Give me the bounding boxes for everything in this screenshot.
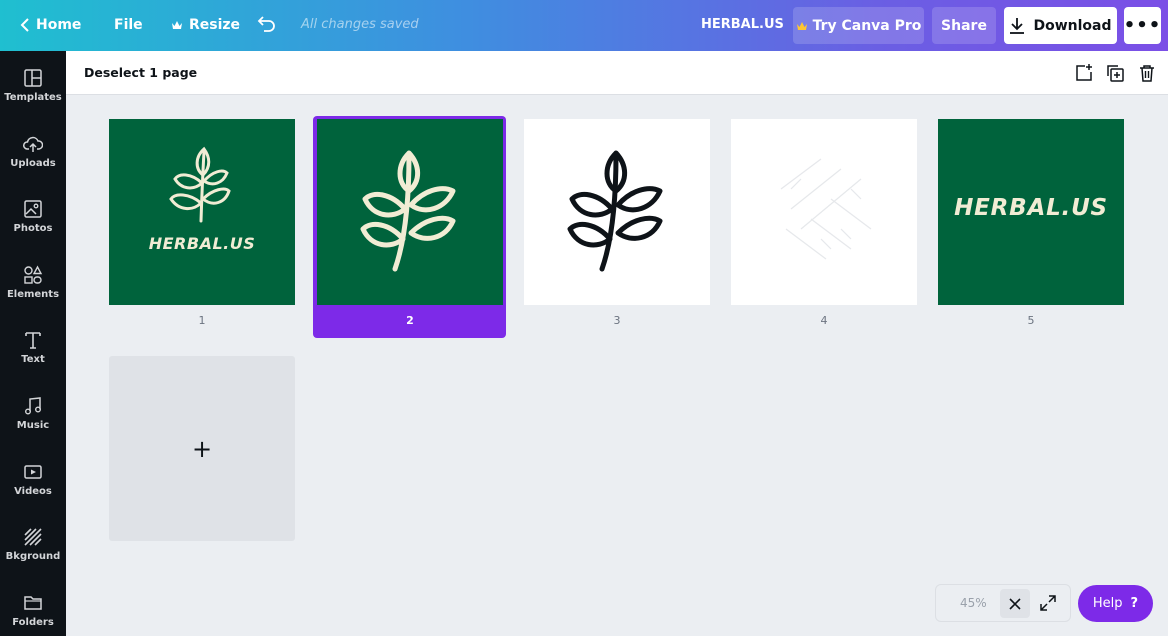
download-button[interactable]: Download: [1004, 7, 1117, 44]
zoom-level[interactable]: 45%: [960, 596, 987, 610]
page-thumbnail-1[interactable]: HERBAL.US: [109, 119, 295, 305]
herb-leaf-logo: [567, 150, 663, 272]
sidebar-item-videos[interactable]: Videos: [0, 449, 66, 509]
photos-icon: [24, 199, 42, 218]
page-number-2: 2: [406, 314, 414, 327]
background-icon: [24, 527, 42, 546]
close-grid-view-button[interactable]: [1000, 589, 1030, 618]
templates-icon: [24, 68, 42, 87]
sidebar-item-elements[interactable]: Elements: [0, 252, 66, 312]
file-label: File: [114, 17, 143, 33]
design-title[interactable]: HERBAL.US: [701, 17, 784, 32]
add-page-icon[interactable]: [1074, 63, 1094, 83]
text-icon: [25, 331, 41, 349]
add-page-button[interactable]: +: [109, 356, 295, 541]
expand-icon[interactable]: [1038, 593, 1058, 613]
save-status: All changes saved: [301, 17, 419, 32]
help-label: Help: [1092, 596, 1123, 611]
sidebar-item-photos[interactable]: Photos: [0, 186, 66, 246]
sidebar-item-label: Videos: [14, 485, 52, 497]
page-thumbnail-2[interactable]: [317, 119, 503, 305]
page-thumbnail-5[interactable]: HERBAL.US: [938, 119, 1124, 305]
file-menu-button[interactable]: File: [114, 17, 143, 33]
sidebar-item-label: Bkground: [5, 550, 61, 562]
help-button[interactable]: Help ?: [1078, 585, 1153, 622]
sidebar-item-label: Photos: [13, 222, 53, 234]
elements-icon: [24, 265, 43, 284]
page-number-1: 1: [198, 314, 206, 327]
close-icon: [1009, 597, 1021, 610]
herb-leaf-logo: [360, 150, 456, 272]
sidebar-item-label: Elements: [6, 288, 60, 300]
plus-icon: +: [191, 434, 213, 463]
page-number-4: 4: [820, 314, 828, 327]
uploads-icon: [23, 136, 43, 152]
sidebar-item-label: Templates: [4, 91, 62, 103]
faint-pattern-graphic: [780, 158, 872, 260]
herb-leaf-logo: [169, 146, 231, 223]
page-actions-bar: Deselect 1 page: [66, 51, 1168, 95]
logo-text: HERBAL.US: [954, 195, 1108, 221]
sidebar-item-templates[interactable]: Templates: [0, 55, 66, 115]
resize-button[interactable]: Resize: [171, 17, 240, 33]
top-bar: Home File Resize All changes saved HERBA…: [0, 0, 1168, 51]
page-number-3: 3: [613, 314, 621, 327]
crown-icon: [172, 21, 182, 29]
folders-icon: [24, 595, 42, 610]
deselect-pages-button[interactable]: Deselect 1 page: [84, 65, 197, 80]
sidebar-item-music[interactable]: Music: [0, 383, 66, 443]
sidebar-item-background[interactable]: Bkground: [0, 514, 66, 574]
home-label: Home: [36, 17, 82, 33]
videos-icon: [24, 464, 42, 479]
page-thumbnail-3[interactable]: [524, 119, 710, 305]
side-panel: Templates Uploads Photos Elements Text M…: [0, 51, 66, 636]
delete-page-icon[interactable]: [1137, 63, 1157, 83]
download-icon: [1010, 18, 1025, 34]
page-number-5: 5: [1027, 314, 1035, 327]
more-options-button[interactable]: •••: [1124, 7, 1161, 44]
sidebar-item-label: Folders: [12, 616, 54, 628]
music-icon: [25, 396, 41, 414]
crown-icon: [796, 21, 807, 30]
question-icon: ?: [1130, 596, 1139, 611]
resize-label: Resize: [189, 17, 241, 33]
undo-button[interactable]: [257, 15, 277, 33]
share-label: Share: [941, 17, 987, 34]
try-canva-pro-button[interactable]: Try Canva Pro: [793, 7, 924, 44]
sidebar-item-label: Text: [21, 353, 45, 365]
share-button[interactable]: Share: [932, 7, 996, 44]
sidebar-item-text[interactable]: Text: [0, 317, 66, 377]
undo-icon: [257, 16, 275, 32]
duplicate-page-icon[interactable]: [1105, 63, 1125, 83]
chevron-left-icon: [20, 18, 29, 32]
zoom-controls: 45%: [935, 584, 1071, 622]
page-thumbnail-4[interactable]: [731, 119, 917, 305]
sidebar-item-uploads[interactable]: Uploads: [0, 121, 66, 181]
more-icon: •••: [1123, 15, 1162, 36]
sidebar-item-label: Music: [16, 419, 50, 431]
try-pro-label: Try Canva Pro: [812, 17, 922, 34]
logo-text: HERBAL.US: [148, 234, 256, 253]
home-button[interactable]: Home: [20, 17, 81, 33]
sidebar-item-folders[interactable]: Folders: [0, 580, 66, 636]
sidebar-item-label: Uploads: [10, 157, 56, 169]
download-label: Download: [1033, 17, 1112, 34]
